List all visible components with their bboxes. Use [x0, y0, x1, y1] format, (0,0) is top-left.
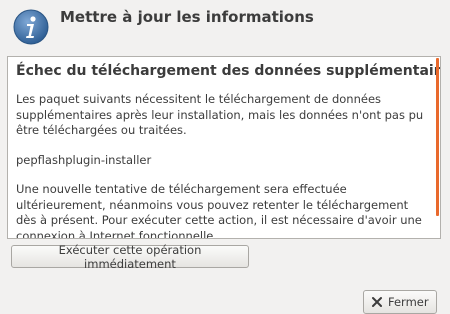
vertical-scrollbar[interactable]	[436, 58, 439, 216]
close-icon	[370, 296, 384, 308]
close-label: Fermer	[388, 295, 429, 309]
close-button[interactable]: Fermer	[363, 290, 437, 314]
package-name: pepflashplugin-installer	[16, 152, 152, 167]
details-text-area[interactable]: Échec du téléchargement des données supp…	[7, 56, 441, 239]
dialog-title: Mettre à jour les informations	[60, 8, 314, 26]
run-now-label: Exécuter cette opération immédiatement	[58, 242, 202, 271]
failure-heading: Échec du téléchargement des données supp…	[16, 63, 441, 79]
info-icon	[13, 9, 49, 45]
retry-text: Une nouvelle tentative de téléchargement…	[16, 182, 422, 239]
explanation-text: Les paquet suivants nécessitent le téléc…	[16, 92, 424, 137]
run-now-button[interactable]: Exécuter cette opération immédiatement	[11, 242, 249, 271]
